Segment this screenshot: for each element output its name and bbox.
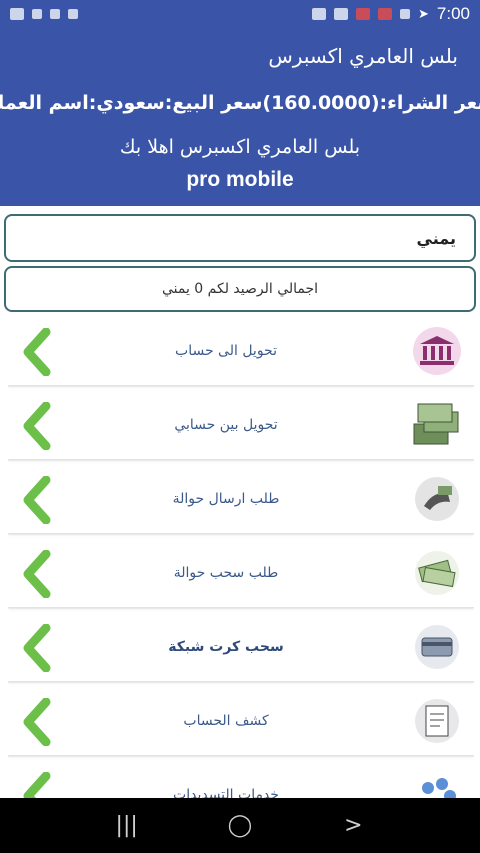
statement-icon [415, 699, 459, 743]
chevron-left-icon [23, 550, 51, 598]
home-button[interactable]: ◯ [220, 813, 260, 838]
bank-icon [413, 327, 461, 375]
wifi-icon [68, 9, 78, 19]
chevron-left-icon [23, 698, 51, 746]
status-right: ➤ 7:00 [312, 4, 470, 24]
list-item[interactable]: تحويل الى حساب [8, 316, 474, 386]
alarm-icon [378, 8, 392, 20]
welcome-text: بلس العامري اكسبرس اهلا بك [119, 136, 361, 158]
chevron-left-icon [23, 328, 51, 376]
chevron-left-icon [23, 624, 51, 672]
send-icon: ➤ [418, 6, 429, 22]
notification-icon [10, 8, 24, 20]
card-icon [415, 625, 459, 669]
list-item[interactable]: طلب ارسال حوالة [8, 464, 474, 534]
chevron-left-icon [23, 476, 51, 524]
image-icon [312, 8, 326, 20]
data-icon [50, 9, 60, 19]
hand-money-icon [415, 477, 459, 521]
list-item[interactable]: سحب كرت شبكة [8, 612, 474, 682]
chevron-left-icon [23, 402, 51, 450]
list-item-label: خدمات التسديدات [173, 787, 279, 798]
battery-icon [400, 9, 410, 19]
list-item-label: تحويل بين حسابي [174, 417, 278, 433]
app-title: بلس العامري اكسبرس [268, 44, 458, 68]
back-button[interactable]: > [333, 813, 373, 838]
alarm-icon [356, 8, 370, 20]
services-list: تحويل الى حساب تحويل بين حسابي طلب ارسال… [8, 316, 474, 798]
status-bar: ➤ 7:00 [0, 0, 480, 28]
product-name: pro mobile [186, 168, 294, 191]
list-item[interactable]: طلب سحب حوالة [8, 538, 474, 608]
chevron-left-icon [23, 772, 51, 798]
list-item-label: سحب كرت شبكة [168, 639, 284, 655]
system-nav-bar: ||| ◯ > [0, 798, 480, 853]
ticker-text: سعر الشراء:(160.0000)سعر البيع:سعودي:اسم… [0, 92, 480, 114]
list-item-label: كشف الحساب [183, 713, 269, 729]
status-indicators [10, 8, 78, 20]
money-bills-icon [415, 551, 459, 595]
list-item-label: طلب سحب حوالة [173, 565, 279, 581]
clock: 7:00 [436, 4, 470, 23]
help-icon [334, 8, 348, 20]
list-item-label: طلب ارسال حوالة [172, 491, 280, 507]
currency-field[interactable]: يمني [4, 214, 476, 262]
exchange-rate-ticker: سعر الشراء:(160.0000)سعر البيع:سعودي:اسم… [0, 92, 480, 128]
list-item-label: تحويل الى حساب [175, 343, 277, 359]
list-item[interactable]: كشف الحساب [8, 686, 474, 756]
recent-apps-button[interactable]: ||| [107, 813, 147, 838]
signal-icon [32, 9, 42, 19]
cash-stack-icon [413, 403, 459, 445]
list-item[interactable]: تحويل بين حسابي [8, 390, 474, 460]
app-bar: بلس العامري اكسبرس سعر الشراء:(160.0000)… [0, 28, 480, 206]
payments-icon [422, 778, 456, 798]
balance-display: اجمالي الرصيد لكم 0 يمني [4, 266, 476, 312]
list-item[interactable]: خدمات التسديدات [8, 760, 474, 798]
